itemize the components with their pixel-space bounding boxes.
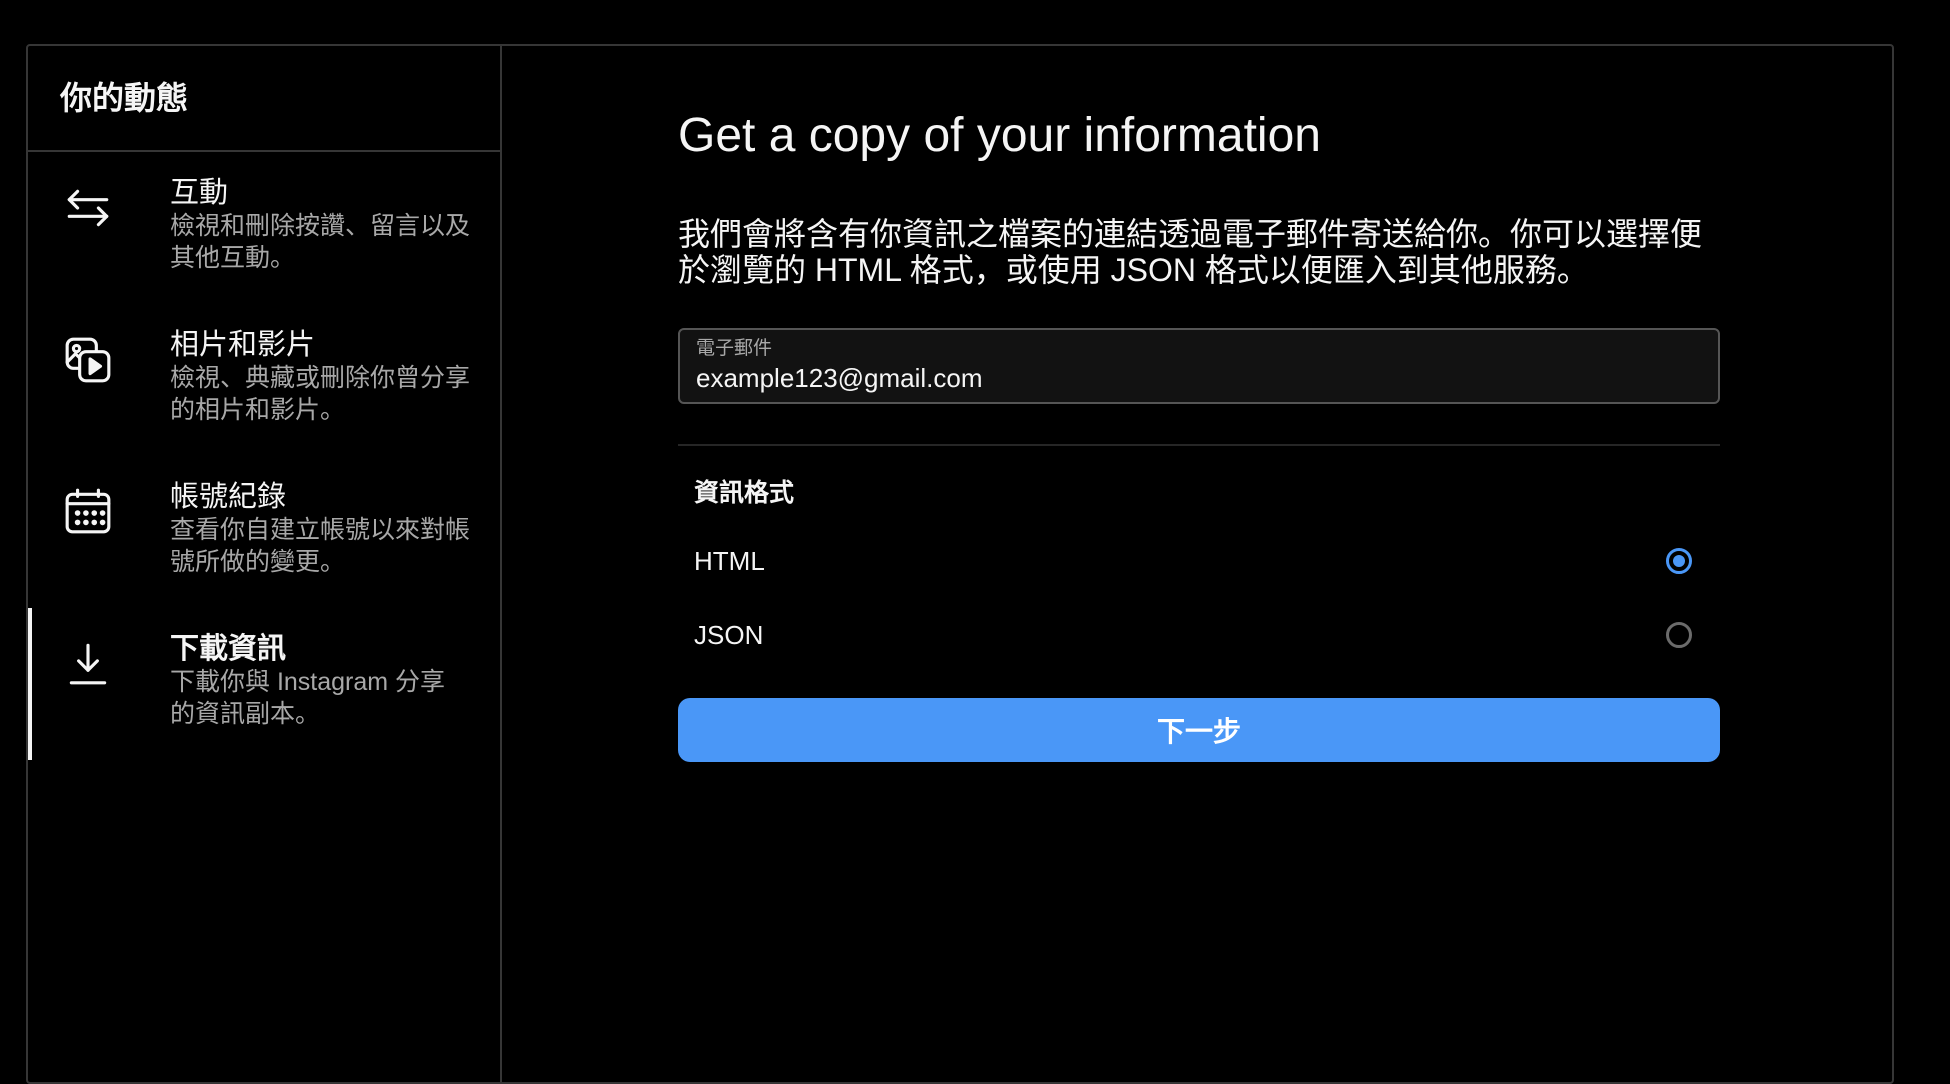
sidebar-header: 你的動態 [28,46,500,152]
format-heading: 資訊格式 [694,479,795,507]
divider [678,444,1720,446]
sidebar-item-label: 帳號紀錄 [170,481,287,513]
sidebar-item-label: 互動 [170,177,229,209]
sidebar: 你的動態 互動 檢視和刪除按讚、留言以及其他互動。 相片和影片 檢視、典藏或刪除… [28,46,502,1082]
download-form: Get a copy of your information 我們會將含有你資訊… [678,108,1720,762]
format-section: 資訊格式 HTML JSON [678,478,1720,672]
sidebar-item-label: 下載資訊 [170,633,287,665]
format-option-html[interactable]: HTML [694,524,1692,598]
main-panel: Get a copy of your information 我們會將含有你資訊… [502,46,1892,1082]
sidebar-item-description: 查看你自建立帳號以來對帳號所做的變更。 [170,516,471,576]
format-option-json[interactable]: JSON [694,598,1692,672]
calendar-icon [58,482,118,542]
sidebar-item-photos-videos[interactable]: 相片和影片 檢視、典藏或刪除你曾分享的相片和影片。 [28,304,500,456]
sidebar-nav: 互動 檢視和刪除按讚、留言以及其他互動。 相片和影片 檢視、典藏或刪除你曾分享的… [28,152,500,760]
next-button[interactable]: 下一步 [678,698,1720,762]
arrows-swap-icon [58,178,118,238]
download-icon [58,634,118,694]
radio-unselected-icon[interactable] [1666,622,1692,648]
photo-video-icon [58,330,118,390]
sidebar-item-description: 檢視和刪除按讚、留言以及其他互動。 [170,212,471,272]
email-field-value[interactable]: example123@gmail.com [696,362,1702,394]
format-option-label: JSON [694,619,764,650]
radio-selected-icon[interactable] [1666,548,1692,574]
sidebar-item-description: 檢視、典藏或刪除你曾分享的相片和影片。 [170,364,471,424]
email-field[interactable]: 電子郵件 example123@gmail.com [678,328,1720,404]
email-field-label: 電子郵件 [696,338,773,359]
sidebar-item-description: 下載你與 Instagram 分享的資訊副本。 [170,668,446,728]
format-option-label: HTML [694,545,765,576]
settings-window: 你的動態 互動 檢視和刪除按讚、留言以及其他互動。 相片和影片 檢視、典藏或刪除… [26,44,1894,1084]
sidebar-item-download-info[interactable]: 下載資訊 下載你與 Instagram 分享的資訊副本。 [28,608,500,760]
sidebar-item-account-history[interactable]: 帳號紀錄 查看你自建立帳號以來對帳號所做的變更。 [28,456,500,608]
sidebar-item-interactions[interactable]: 互動 檢視和刪除按讚、留言以及其他互動。 [28,152,500,304]
sidebar-item-label: 相片和影片 [170,329,316,361]
sidebar-title: 你的動態 [60,80,189,116]
page-title: Get a copy of your information [678,109,1321,162]
page-description: 我們會將含有你資訊之檔案的連結透過電子郵件寄送給你。你可以選擇便於瀏覽的 HTM… [678,216,1703,288]
